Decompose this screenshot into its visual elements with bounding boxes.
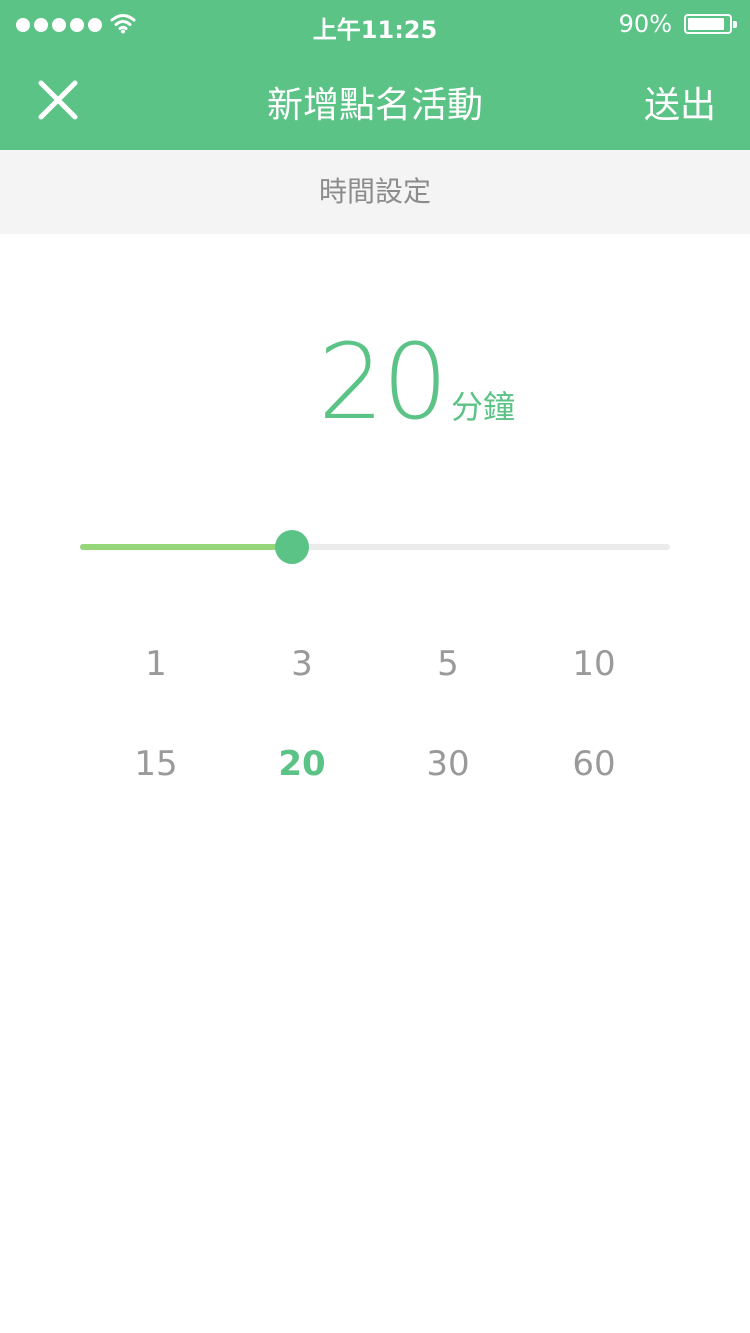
- nav-bar: 新增點名活動 送出: [0, 50, 750, 150]
- preset-option[interactable]: 30: [388, 744, 508, 784]
- submit-button[interactable]: 送出: [644, 76, 716, 128]
- preset-option[interactable]: 20: [242, 744, 362, 784]
- preset-option[interactable]: 3: [242, 644, 362, 684]
- status-bar: 上午11:25 90%: [0, 0, 750, 50]
- preset-option[interactable]: 60: [534, 744, 654, 784]
- preset-option[interactable]: 5: [388, 644, 508, 684]
- battery-percent: 90%: [618, 10, 672, 38]
- battery-icon: [684, 14, 737, 34]
- header-bar: 上午11:25 90% 新增點名活動 送出: [0, 0, 750, 150]
- duration-slider[interactable]: [80, 530, 670, 566]
- preset-option[interactable]: 1: [96, 644, 216, 684]
- page-title: 新增點名活動: [266, 85, 483, 126]
- slider-thumb[interactable]: [275, 530, 309, 564]
- battery-level-fill: [688, 18, 724, 30]
- section-title: 時間設定: [318, 175, 431, 208]
- slider-fill: [80, 544, 292, 550]
- battery-cap: [733, 21, 737, 28]
- screen: 上午11:25 90% 新增點名活動 送出 時間設定 20 分鐘 1 3 5 1…: [0, 0, 750, 1333]
- preset-option[interactable]: 10: [534, 644, 654, 684]
- preset-option[interactable]: 15: [96, 744, 216, 784]
- duration-unit: 分鐘: [451, 388, 516, 426]
- duration-value: 20: [318, 321, 448, 443]
- section-header: 時間設定: [0, 150, 750, 234]
- duration-display: 20 分鐘: [0, 322, 750, 442]
